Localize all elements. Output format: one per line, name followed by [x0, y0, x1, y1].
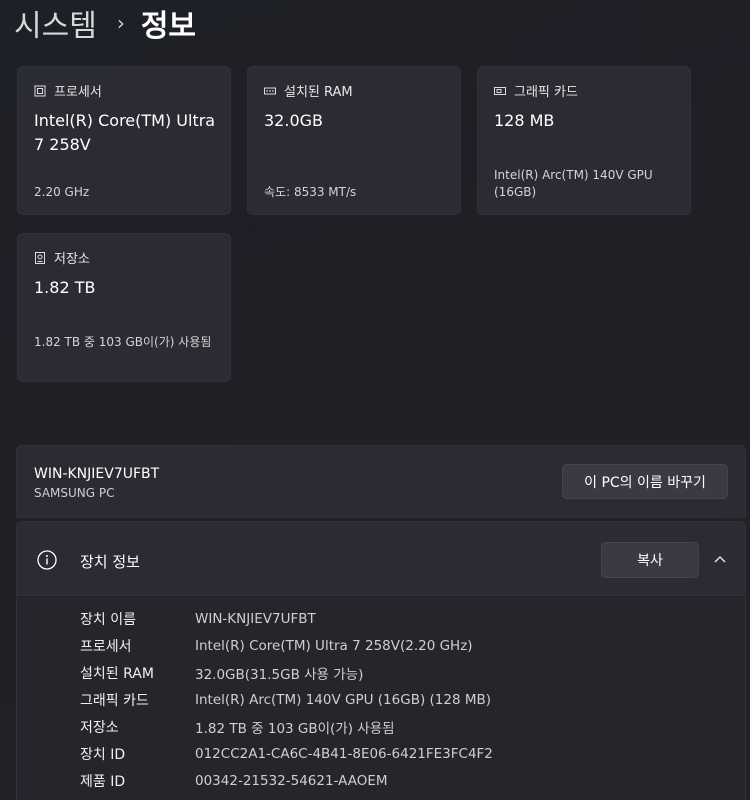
spec-row-processor: 프로세서 Intel(R) Core(TM) Ultra 7 258V(2.20…	[80, 635, 473, 657]
spec-row-device-name: 장치 이름 WIN-KNJIEV7UFBT	[80, 608, 316, 630]
storage-value: 1.82 TB	[34, 278, 96, 297]
spec-value: 1.82 TB 중 103 GB이(가) 사용됨	[195, 721, 395, 737]
ram-icon	[264, 85, 276, 97]
spec-row-graphics: 그래픽 카드 Intel(R) Arc(TM) 140V GPU (16GB) …	[80, 689, 491, 711]
spec-value: 32.0GB(31.5GB 사용 가능)	[195, 667, 364, 683]
spec-label: 프로세서	[80, 639, 132, 655]
device-info-title: 장치 정보	[80, 553, 140, 571]
processor-card: 프로세서 Intel(R) Core(TM) Ultra 7 258V 2.20…	[17, 66, 231, 215]
spec-label: 그래픽 카드	[80, 693, 149, 709]
pc-name: WIN-KNJIEV7UFBT	[34, 466, 160, 482]
page-title: 정보	[140, 9, 197, 44]
breadcrumb-parent[interactable]: 시스템	[14, 1, 97, 45]
graphics-card-icon	[494, 85, 506, 97]
spec-value: WIN-KNJIEV7UFBT	[195, 611, 316, 627]
graphics-model: Intel(R) Arc(TM) 140V GPU (16GB)	[494, 168, 653, 199]
breadcrumb: 시스템 › 정보	[14, 2, 196, 44]
ram-card: 설치된 RAM 32.0GB 속도: 8533 MT/s	[247, 66, 461, 215]
copy-button[interactable]: 복사	[601, 542, 699, 578]
rename-pc-button[interactable]: 이 PC의 이름 바꾸기	[562, 464, 728, 499]
spec-label: 저장소	[80, 720, 119, 736]
graphics-card: 그래픽 카드 128 MB Intel(R) Arc(TM) 140V GPU …	[477, 66, 691, 215]
graphics-label: 그래픽 카드	[514, 85, 578, 100]
spec-row-device-id: 장치 ID 012CC2A1-CA6C-4B41-8E06-6421FE3FC4…	[80, 743, 493, 765]
spec-label: 장치 이름	[80, 612, 136, 628]
ram-value: 32.0GB	[264, 111, 323, 130]
breadcrumb-separator: ›	[116, 11, 125, 35]
pc-model: SAMSUNG PC	[34, 486, 115, 500]
processor-speed: 2.20 GHz	[34, 185, 90, 199]
spec-label: 장치 ID	[80, 747, 126, 763]
storage-label: 저장소	[54, 252, 90, 267]
spec-row-storage: 저장소 1.82 TB 중 103 GB이(가) 사용됨	[80, 716, 395, 738]
processor-value: Intel(R) Core(TM) Ultra 7 258V	[34, 111, 216, 154]
info-icon	[37, 550, 57, 570]
device-info-details: 장치 이름 WIN-KNJIEV7UFBT 프로세서 Intel(R) Core…	[16, 597, 746, 800]
spec-row-product-id: 제품 ID 00342-21532-54621-AAOEM	[80, 770, 388, 792]
spec-label: 설치된 RAM	[80, 666, 154, 682]
spec-value: Intel(R) Core(TM) Ultra 7 258V(2.20 GHz)	[195, 638, 473, 654]
spec-label: 제품 ID	[80, 774, 126, 790]
spec-value: 00342-21532-54621-AAOEM	[195, 773, 388, 789]
spec-value: Intel(R) Arc(TM) 140V GPU (16GB) (128 MB…	[195, 692, 492, 708]
ram-speed: 속도: 8533 MT/s	[264, 185, 357, 199]
processor-icon	[34, 85, 46, 97]
storage-icon	[34, 251, 46, 264]
processor-label: 프로세서	[54, 85, 102, 100]
spec-row-ram: 설치된 RAM 32.0GB(31.5GB 사용 가능)	[80, 662, 363, 684]
spec-value: 012CC2A1-CA6C-4B41-8E06-6421FE3FC4F2	[195, 746, 493, 762]
pc-name-section: WIN-KNJIEV7UFBT SAMSUNG PC 이 PC의 이름 바꾸기	[16, 445, 746, 518]
storage-usage: 1.82 TB 중 103 GB이(가) 사용됨	[34, 335, 212, 349]
device-info-header[interactable]: 장치 정보 복사	[16, 521, 746, 596]
chevron-up-icon[interactable]	[712, 552, 728, 568]
graphics-value: 128 MB	[494, 111, 555, 130]
storage-card: 저장소 1.82 TB 1.82 TB 중 103 GB이(가) 사용됨	[17, 233, 231, 382]
ram-label: 설치된 RAM	[284, 85, 353, 100]
